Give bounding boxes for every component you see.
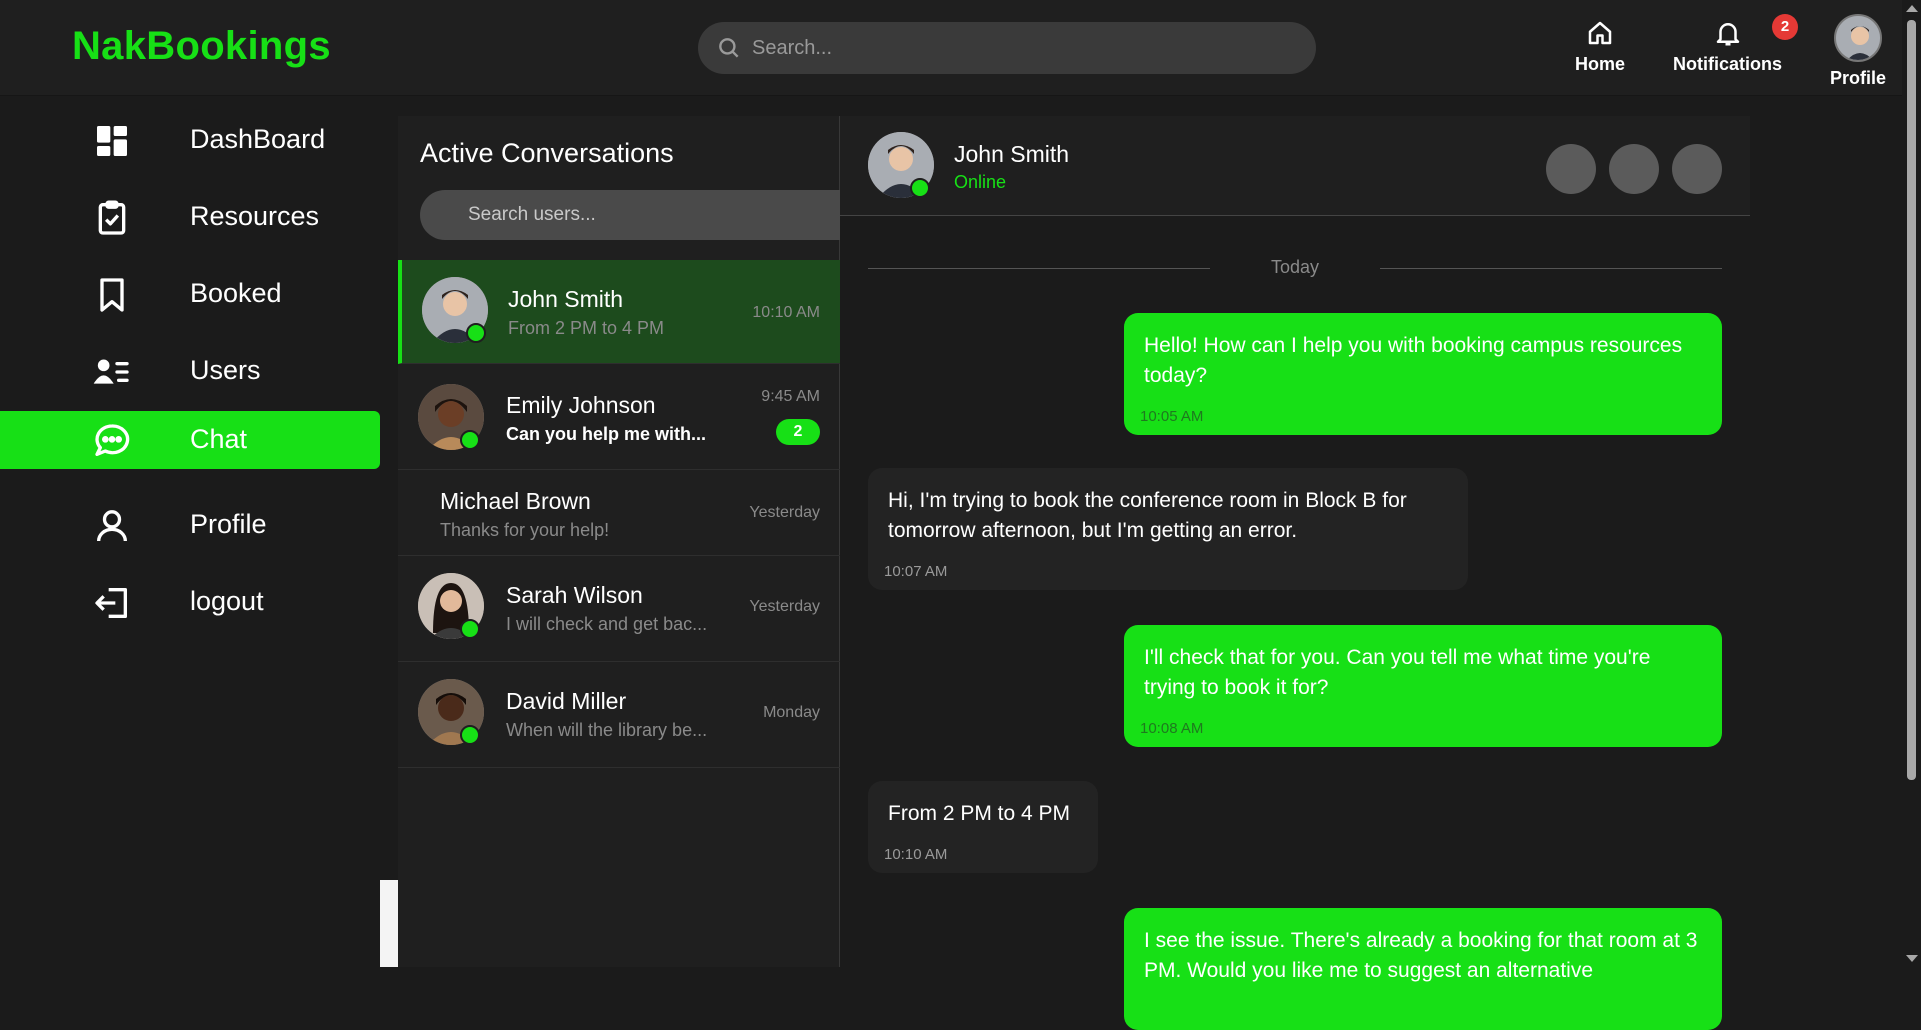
conversations-title: Active Conversations (420, 138, 674, 168)
contact-status: Online (954, 172, 1007, 192)
nav-home-label: Home (1575, 54, 1626, 74)
sidebar-item-booked[interactable]: Booked (0, 265, 380, 323)
message-text: Hi, I'm trying to book the conference ro… (888, 489, 1407, 542)
sidebar-item-label: Chat (190, 424, 248, 454)
page-scrollbar[interactable] (1902, 0, 1921, 967)
layout-gap (380, 880, 398, 967)
conversation-preview: From 2 PM to 4 PM (508, 318, 665, 338)
conversation-name: John Smith (508, 286, 624, 312)
online-indicator (460, 619, 480, 639)
user-search-input[interactable] (420, 190, 886, 240)
divider-line (868, 268, 1210, 269)
users-list-icon (93, 359, 129, 384)
conversation-item-david-miller[interactable]: David Miller When will the library be...… (398, 662, 840, 768)
message-text: I'll check that for you. Can you tell me… (1144, 646, 1651, 699)
sidebar-item-label: logout (190, 586, 264, 616)
profile-avatar (1834, 14, 1882, 62)
date-divider-label: Today (1270, 257, 1320, 277)
conversation-name: Sarah Wilson (506, 582, 643, 608)
chat-window: John Smith Online Today Hello! How can I… (840, 116, 1750, 1030)
message-time: 10:10 AM (884, 846, 948, 863)
online-indicator (460, 430, 480, 450)
chat-header: John Smith Online (840, 116, 1750, 216)
sidebar-item-label: Resources (190, 201, 320, 231)
message-time: 10:07 AM (884, 563, 948, 580)
nav-notifications-label: Notifications (1673, 54, 1783, 74)
unread-count-badge: 2 (776, 419, 820, 445)
home-icon (1588, 21, 1612, 45)
message-text: Hello! How can I help you with booking c… (1144, 334, 1683, 387)
nav-profile-label: Profile (1830, 68, 1887, 88)
conversation-item-sarah-wilson[interactable]: Sarah Wilson I will check and get bac...… (398, 556, 840, 662)
conversation-time: 10:10 AM (752, 304, 820, 321)
sidebar-item-dashboard[interactable]: DashBoard (0, 111, 380, 169)
conversation-preview: Thanks for your help! (440, 520, 610, 540)
nav-notifications-button[interactable]: Notifications (1673, 18, 1782, 75)
sidebar: DashBoard Resources Booked Users Chat Pr… (0, 97, 380, 967)
conversation-time: Monday (763, 704, 820, 721)
conversation-preview: Can you help me with... (506, 424, 707, 444)
sidebar-item-profile[interactable]: Profile (0, 496, 380, 554)
online-indicator (460, 725, 480, 745)
online-indicator (910, 178, 930, 198)
sidebar-item-chat[interactable]: Chat (0, 411, 380, 469)
message-outgoing: I'll check that for you. Can you tell me… (1124, 625, 1722, 747)
global-search (698, 22, 1316, 74)
sidebar-item-resources[interactable]: Resources (0, 188, 380, 246)
conversation-name: Emily Johnson (506, 392, 656, 418)
chat-action-button-2[interactable] (1609, 144, 1659, 194)
conversation-time: Yesterday (749, 504, 820, 521)
conversations-panel: Active Conversations John Smith From 2 P… (398, 116, 886, 967)
sidebar-item-logout[interactable]: logout (0, 573, 380, 631)
message-outgoing: I see the issue. There's already a booki… (1124, 908, 1722, 1030)
brand-logo[interactable]: NakBookings (72, 24, 331, 69)
chat-action-button-3[interactable] (1672, 144, 1722, 194)
divider-line (1380, 268, 1722, 269)
scroll-down-arrow-icon[interactable] (1906, 955, 1918, 962)
global-search-input[interactable] (752, 22, 1292, 74)
top-navigation-bar: NakBookings Home Notifications 2 Profile (0, 0, 1902, 96)
search-icon (719, 38, 739, 58)
message-outgoing: Hello! How can I help you with booking c… (1124, 313, 1722, 435)
clipboard-check-icon (98, 200, 126, 235)
notifications-count-badge: 2 (1772, 14, 1798, 40)
contact-name: John Smith (954, 141, 1070, 167)
message-incoming: Hi, I'm trying to book the conference ro… (868, 468, 1468, 590)
conversation-item-emily-johnson[interactable]: Emily Johnson Can you help me with... 9:… (398, 364, 840, 470)
message-incoming: From 2 PM to 4 PM 10:10 AM (868, 781, 1098, 873)
message-time: 10:05 AM (1140, 408, 1204, 425)
bookmark-icon (100, 278, 124, 312)
chat-bubble-icon (95, 424, 130, 456)
dashboard-icon (97, 126, 127, 156)
conversation-time: 9:45 AM (761, 388, 820, 405)
date-divider: Today (868, 256, 1722, 280)
chat-action-button-1[interactable] (1546, 144, 1596, 194)
sidebar-item-label: Profile (190, 509, 267, 539)
sidebar-item-users[interactable]: Users (0, 342, 380, 400)
online-indicator (466, 323, 486, 343)
message-text: I see the issue. There's already a booki… (1144, 929, 1698, 982)
message-time: 10:08 AM (1140, 720, 1204, 737)
message-text: From 2 PM to 4 PM (888, 802, 1071, 825)
conversation-preview: I will check and get bac... (506, 614, 708, 634)
avatar-image (1836, 16, 1880, 60)
sidebar-item-label: DashBoard (190, 124, 326, 154)
scroll-up-arrow-icon[interactable] (1906, 5, 1918, 12)
logout-icon (95, 588, 128, 618)
conversation-name: Michael Brown (440, 488, 591, 514)
conversation-name: David Miller (506, 688, 627, 714)
person-icon (97, 510, 127, 542)
nav-home-button[interactable]: Home (1575, 18, 1625, 75)
scrollbar-thumb[interactable] (1907, 20, 1916, 780)
conversation-item-michael-brown[interactable]: Michael Brown Thanks for your help! Yest… (398, 470, 840, 556)
conversation-item-john-smith[interactable]: John Smith From 2 PM to 4 PM 10:10 AM (398, 260, 840, 364)
bell-icon (1716, 23, 1739, 46)
sidebar-item-label: Users (190, 355, 261, 385)
conversation-time: Yesterday (749, 598, 820, 615)
sidebar-item-label: Booked (190, 278, 282, 308)
nav-profile-button[interactable]: Profile (1830, 14, 1886, 89)
conversation-preview: When will the library be... (506, 720, 708, 740)
